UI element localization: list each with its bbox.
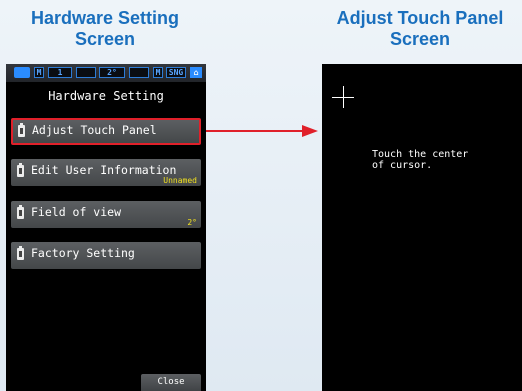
menu-item-icon: [17, 163, 24, 177]
status-bar: M 1 2° M SNG ⌂: [6, 64, 206, 82]
caption-line: Adjust Touch Panel: [336, 8, 504, 28]
status-cell: [76, 67, 96, 78]
lock-icon[interactable]: ⌂: [190, 67, 202, 78]
instruction-message: Touch the center of cursor.: [372, 149, 512, 171]
cursor-crosshair-icon[interactable]: [343, 86, 344, 108]
menu-item-icon: [18, 123, 25, 137]
sng-indicator: SNG: [166, 67, 186, 78]
menu-item-label: Factory Setting: [31, 246, 135, 260]
caption-line: Hardware Setting: [30, 8, 180, 28]
menu-item-label: Field of view: [31, 205, 122, 219]
memory-indicator: M: [153, 67, 163, 78]
arrow-icon: [206, 130, 304, 132]
close-button[interactable]: Close: [141, 374, 201, 391]
menu-item-label: Edit User Information: [31, 163, 177, 177]
menu-item-factory-setting[interactable]: Factory Setting: [11, 242, 201, 269]
mode-indicator: M: [34, 67, 44, 78]
hardware-setting-screen: M 1 2° M SNG ⌂ Hardware Setting Adjust T…: [6, 64, 206, 391]
menu-item-icon: [17, 246, 24, 260]
caption-line: Screen: [389, 29, 451, 49]
angle-indicator: 2°: [99, 67, 125, 78]
menu-item-field-of-view[interactable]: Field of view 2°: [11, 201, 201, 228]
menu-item-label: Adjust Touch Panel: [32, 123, 157, 137]
hardware-screen-caption: Hardware Setting Screen: [10, 8, 200, 50]
menu-item-icon: [17, 205, 24, 219]
screen-title: Hardware Setting: [48, 89, 164, 103]
adjust-touch-panel-screen[interactable]: Touch the center of cursor.: [322, 64, 522, 391]
status-cell: [129, 67, 149, 78]
caption-line: Screen: [74, 29, 136, 49]
menu-item-value: 2°: [187, 218, 197, 227]
menu-item-adjust-touch-panel[interactable]: Adjust Touch Panel: [11, 118, 201, 145]
adjust-screen-caption: Adjust Touch Panel Screen: [318, 8, 522, 50]
battery-icon: [14, 67, 30, 78]
arrow-head-icon: [302, 125, 318, 137]
number-indicator: 1: [48, 67, 72, 78]
message-line: Touch the center: [372, 149, 469, 160]
menu-item-edit-user-information[interactable]: Edit User Information Unnamed: [11, 159, 201, 186]
message-line: of cursor.: [372, 160, 433, 171]
menu-item-value: Unnamed: [163, 176, 197, 185]
